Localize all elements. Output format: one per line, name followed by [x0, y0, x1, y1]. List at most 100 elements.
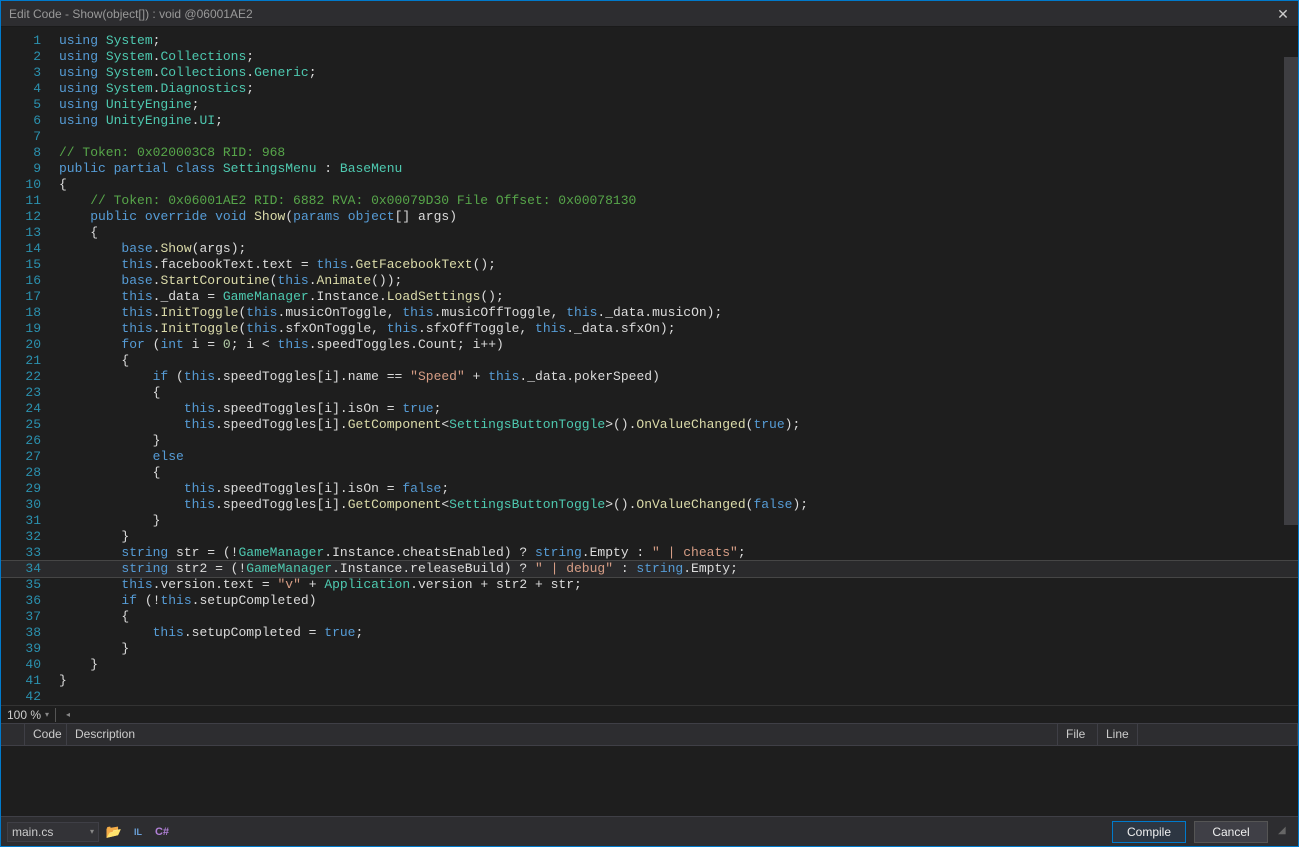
- col-description[interactable]: Description: [67, 724, 1058, 745]
- code-line[interactable]: 41}: [1, 673, 1298, 689]
- code-line[interactable]: 24 this.speedToggles[i].isOn = true;: [1, 401, 1298, 417]
- line-code[interactable]: this.InitToggle(this.musicOnToggle, this…: [59, 305, 1298, 321]
- code-line[interactable]: 37 {: [1, 609, 1298, 625]
- code-line[interactable]: 30 this.speedToggles[i].GetComponent<Set…: [1, 497, 1298, 513]
- compile-button[interactable]: Compile: [1112, 821, 1186, 843]
- col-spare[interactable]: [1138, 724, 1298, 745]
- chevron-down-icon[interactable]: ▾: [45, 710, 49, 719]
- code-line[interactable]: 23 {: [1, 385, 1298, 401]
- line-code[interactable]: this.speedToggles[i].isOn = true;: [59, 401, 1298, 417]
- code-line[interactable]: 21 {: [1, 353, 1298, 369]
- line-code[interactable]: }: [59, 657, 1298, 673]
- line-code[interactable]: this.facebookText.text = this.GetFaceboo…: [59, 257, 1298, 273]
- code-line[interactable]: 3using System.Collections.Generic;: [1, 65, 1298, 81]
- code-line[interactable]: 11 // Token: 0x06001AE2 RID: 6882 RVA: 0…: [1, 193, 1298, 209]
- line-code[interactable]: {: [59, 609, 1298, 625]
- line-code[interactable]: this.speedToggles[i].GetComponent<Settin…: [59, 497, 1298, 513]
- line-code[interactable]: this.setupCompleted = true;: [59, 625, 1298, 641]
- code-line[interactable]: 42: [1, 689, 1298, 705]
- line-code[interactable]: {: [59, 385, 1298, 401]
- cancel-button[interactable]: Cancel: [1194, 821, 1268, 843]
- line-code[interactable]: else: [59, 449, 1298, 465]
- line-code[interactable]: {: [59, 225, 1298, 241]
- col-line[interactable]: Line: [1098, 724, 1138, 745]
- code-line[interactable]: 36 if (!this.setupCompleted): [1, 593, 1298, 609]
- code-line[interactable]: 38 this.setupCompleted = true;: [1, 625, 1298, 641]
- line-code[interactable]: // Token: 0x020003C8 RID: 968: [59, 145, 1298, 161]
- line-code[interactable]: }: [59, 673, 1298, 689]
- titlebar[interactable]: Edit Code - Show(object[]) : void @06001…: [1, 1, 1298, 27]
- line-code[interactable]: {: [59, 353, 1298, 369]
- code-line[interactable]: 16 base.StartCoroutine(this.Animate());: [1, 273, 1298, 289]
- split-arrow-icon[interactable]: ◂: [66, 710, 70, 719]
- code-line[interactable]: 29 this.speedToggles[i].isOn = false;: [1, 481, 1298, 497]
- line-code[interactable]: string str = (!GameManager.Instance.chea…: [59, 545, 1298, 561]
- line-code[interactable]: string str2 = (!GameManager.Instance.rel…: [59, 561, 1298, 577]
- code-line[interactable]: 18 this.InitToggle(this.musicOnToggle, t…: [1, 305, 1298, 321]
- code-line[interactable]: 1using System;: [1, 33, 1298, 49]
- line-code[interactable]: for (int i = 0; i < this.speedToggles.Co…: [59, 337, 1298, 353]
- code-line[interactable]: 27 else: [1, 449, 1298, 465]
- line-code[interactable]: if (this.speedToggles[i].name == "Speed"…: [59, 369, 1298, 385]
- code-line[interactable]: 19 this.InitToggle(this.sfxOnToggle, thi…: [1, 321, 1298, 337]
- code-line[interactable]: 20 for (int i = 0; i < this.speedToggles…: [1, 337, 1298, 353]
- line-code[interactable]: public override void Show(params object[…: [59, 209, 1298, 225]
- code-line[interactable]: 34 string str2 = (!GameManager.Instance.…: [1, 561, 1298, 577]
- code-line[interactable]: 39 }: [1, 641, 1298, 657]
- line-code[interactable]: using UnityEngine;: [59, 97, 1298, 113]
- csharp-icon[interactable]: C#: [153, 823, 171, 841]
- line-code[interactable]: [59, 129, 1298, 145]
- code-line[interactable]: 33 string str = (!GameManager.Instance.c…: [1, 545, 1298, 561]
- code-line[interactable]: 7: [1, 129, 1298, 145]
- line-code[interactable]: [59, 689, 1298, 705]
- line-code[interactable]: using System.Collections;: [59, 49, 1298, 65]
- code-line[interactable]: 25 this.speedToggles[i].GetComponent<Set…: [1, 417, 1298, 433]
- line-code[interactable]: // Token: 0x06001AE2 RID: 6882 RVA: 0x00…: [59, 193, 1298, 209]
- line-code[interactable]: }: [59, 513, 1298, 529]
- open-file-icon[interactable]: 📂: [105, 823, 123, 841]
- code-line[interactable]: 22 if (this.speedToggles[i].name == "Spe…: [1, 369, 1298, 385]
- line-code[interactable]: }: [59, 641, 1298, 657]
- line-code[interactable]: using System;: [59, 33, 1298, 49]
- filename-dropdown[interactable]: main.cs ▾: [7, 822, 99, 842]
- code-line[interactable]: 17 this._data = GameManager.Instance.Loa…: [1, 289, 1298, 305]
- line-code[interactable]: base.StartCoroutine(this.Animate());: [59, 273, 1298, 289]
- code-line[interactable]: 32 }: [1, 529, 1298, 545]
- zoom-level[interactable]: 100 %: [7, 708, 41, 722]
- il-icon[interactable]: IL: [129, 823, 147, 841]
- line-code[interactable]: }: [59, 529, 1298, 545]
- code-editor[interactable]: 1using System;2using System.Collections;…: [1, 27, 1298, 705]
- line-code[interactable]: using UnityEngine.UI;: [59, 113, 1298, 129]
- code-line[interactable]: 6using UnityEngine.UI;: [1, 113, 1298, 129]
- code-line[interactable]: 5using UnityEngine;: [1, 97, 1298, 113]
- code-line[interactable]: 15 this.facebookText.text = this.GetFace…: [1, 257, 1298, 273]
- code-line[interactable]: 13 {: [1, 225, 1298, 241]
- code-line[interactable]: 12 public override void Show(params obje…: [1, 209, 1298, 225]
- code-line[interactable]: 2using System.Collections;: [1, 49, 1298, 65]
- close-icon[interactable]: ✕: [1276, 7, 1290, 21]
- line-code[interactable]: using System.Collections.Generic;: [59, 65, 1298, 81]
- line-code[interactable]: this.speedToggles[i].isOn = false;: [59, 481, 1298, 497]
- col-icon[interactable]: [1, 724, 25, 745]
- code-line[interactable]: 35 this.version.text = "v" + Application…: [1, 577, 1298, 593]
- resize-grip-icon[interactable]: ◢: [1278, 825, 1292, 839]
- code-line[interactable]: 31 }: [1, 513, 1298, 529]
- col-code[interactable]: Code: [25, 724, 67, 745]
- error-list-body[interactable]: [1, 746, 1298, 816]
- line-code[interactable]: }: [59, 433, 1298, 449]
- line-code[interactable]: this.speedToggles[i].GetComponent<Settin…: [59, 417, 1298, 433]
- line-code[interactable]: if (!this.setupCompleted): [59, 593, 1298, 609]
- line-code[interactable]: this.version.text = "v" + Application.ve…: [59, 577, 1298, 593]
- line-code[interactable]: base.Show(args);: [59, 241, 1298, 257]
- line-code[interactable]: using System.Diagnostics;: [59, 81, 1298, 97]
- line-code[interactable]: this.InitToggle(this.sfxOnToggle, this.s…: [59, 321, 1298, 337]
- line-code[interactable]: this._data = GameManager.Instance.LoadSe…: [59, 289, 1298, 305]
- code-line[interactable]: 4using System.Diagnostics;: [1, 81, 1298, 97]
- code-line[interactable]: 14 base.Show(args);: [1, 241, 1298, 257]
- code-line[interactable]: 26 }: [1, 433, 1298, 449]
- vertical-scrollbar[interactable]: [1284, 57, 1298, 525]
- code-line[interactable]: 40 }: [1, 657, 1298, 673]
- line-code[interactable]: public partial class SettingsMenu : Base…: [59, 161, 1298, 177]
- code-line[interactable]: 9public partial class SettingsMenu : Bas…: [1, 161, 1298, 177]
- line-code[interactable]: {: [59, 465, 1298, 481]
